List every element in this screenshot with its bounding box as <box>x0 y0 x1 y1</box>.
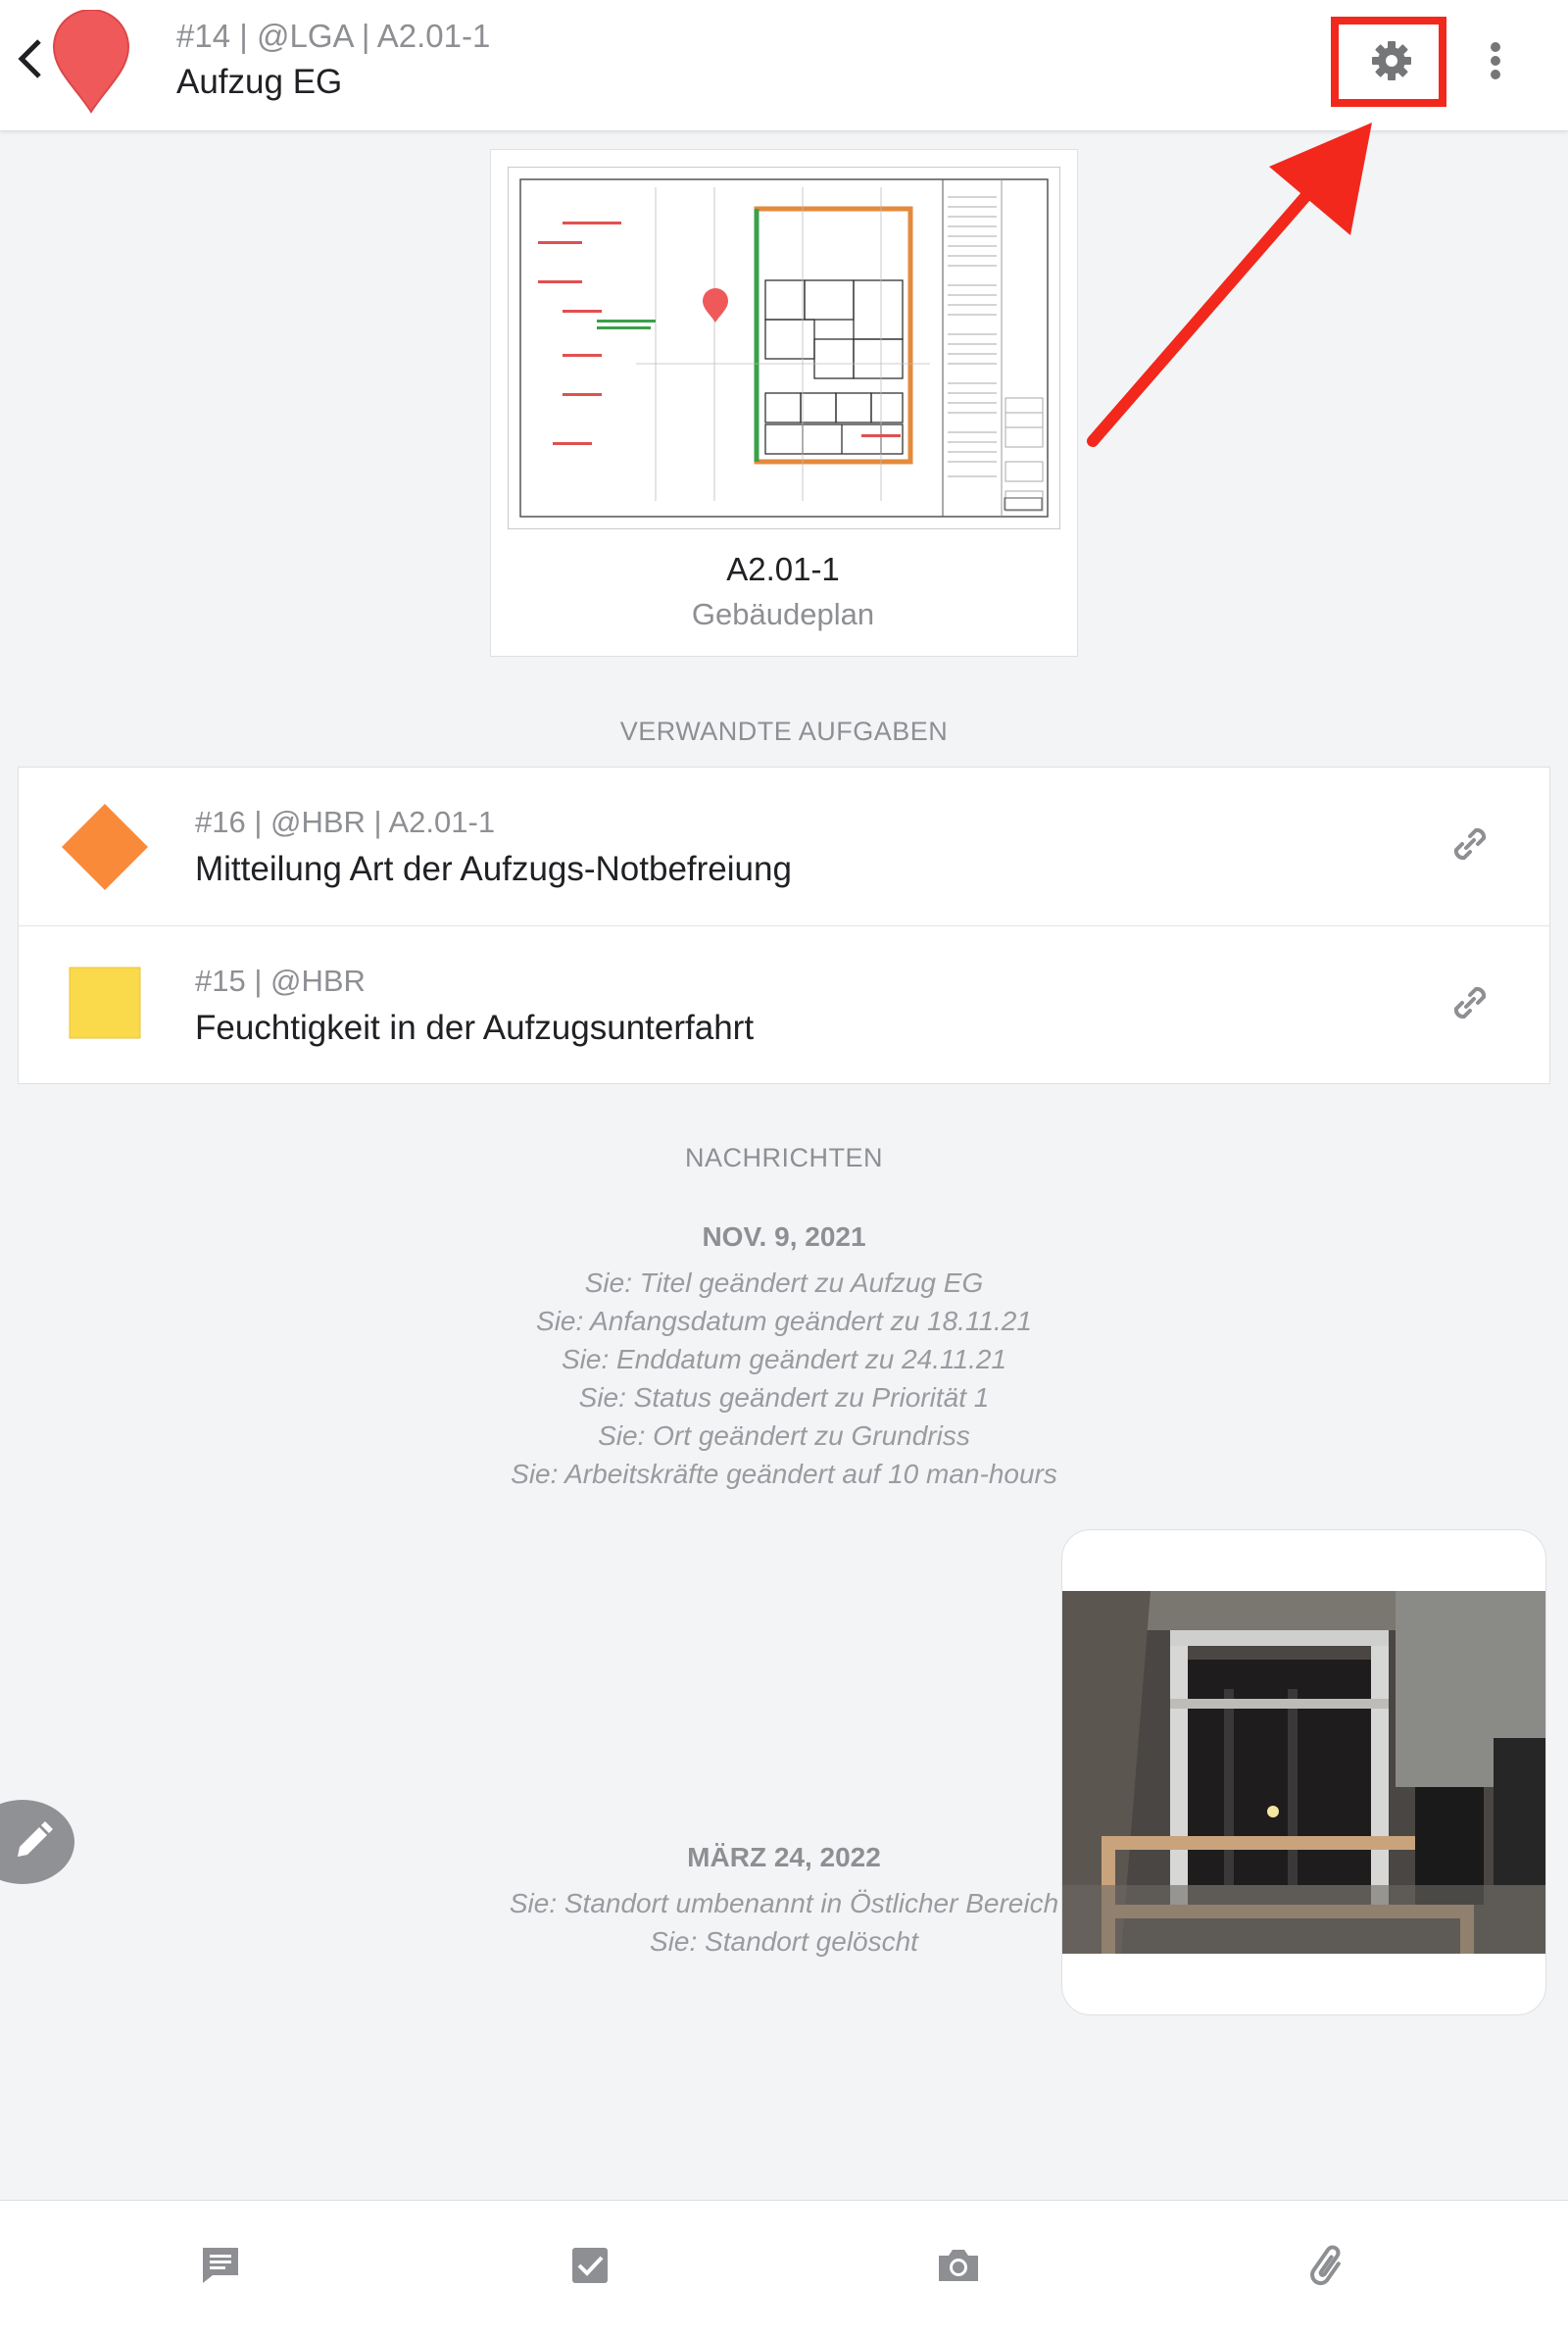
related-tasks-heading: VERWANDTE AUFGABEN <box>619 717 949 746</box>
message-line: Sie: Titel geändert zu Aufzug EG <box>584 1267 984 1298</box>
related-task-meta: #16 | @HBR | A2.01-1 <box>195 805 496 839</box>
camera-icon <box>939 2250 978 2281</box>
related-tasks-list: #16 | @HBR | A2.01-1 Mitteilung Art der … <box>18 767 1550 1084</box>
message-date: MÄRZ 24, 2022 <box>687 1842 881 1872</box>
task-title: Aufzug EG <box>176 63 343 101</box>
link-icon[interactable] <box>1445 977 1495 1028</box>
plan-type: Gebäudeplan <box>691 597 875 631</box>
related-task-row[interactable]: #15 | @HBR Feuchtigkeit in der Aufzugsun… <box>19 925 1549 1083</box>
related-task-title: Feuchtigkeit in der Aufzugsunterfahrt <box>195 1009 755 1047</box>
checkbox-icon <box>572 2248 608 2283</box>
add-attachment-button[interactable] <box>1299 2236 1358 2295</box>
floor-plan-thumbnail[interactable] <box>508 167 1060 529</box>
more-vertical-icon <box>1491 42 1500 79</box>
message-line: Sie: Status geändert zu Priorität 1 <box>578 1382 990 1413</box>
message-line: Sie: Standort umbenannt in Östlicher Ber… <box>509 1888 1059 1918</box>
related-task-meta: #15 | @HBR <box>195 964 366 998</box>
related-task-title: Mitteilung Art der Aufzugs-Notbefreiung <box>195 850 792 888</box>
link-icon[interactable] <box>1445 819 1495 870</box>
annotation-arrow-icon <box>1087 123 1372 447</box>
message-line: Sie: Standort gelöscht <box>650 1926 918 1957</box>
paperclip-icon <box>1310 2245 1341 2286</box>
chevron-left-icon <box>18 39 41 78</box>
more-options-button[interactable] <box>1475 29 1516 92</box>
back-button[interactable] <box>10 29 49 88</box>
add-comment-button[interactable] <box>191 2236 250 2295</box>
message-date: NOV. 9, 2021 <box>702 1221 866 1252</box>
bottom-toolbar <box>0 2200 1568 2336</box>
related-task-row[interactable]: #16 | @HBR | A2.01-1 Mitteilung Art der … <box>19 768 1549 924</box>
messages-heading: NACHRICHTEN <box>684 1143 883 1172</box>
message-line: Sie: Ort geändert zu Grundriss <box>598 1420 970 1451</box>
task-meta: #14 | @LGA | A2.01-1 <box>176 18 491 54</box>
message-line: Sie: Anfangsdatum geändert zu 18.11.21 <box>536 1306 1032 1336</box>
pencil-icon <box>18 1821 53 1857</box>
message-line: Sie: Enddatum geändert zu 24.11.21 <box>561 1344 1007 1374</box>
task-pin-icon <box>51 9 131 114</box>
priority-diamond-icon <box>62 804 148 890</box>
highlight-box <box>1331 17 1446 107</box>
message-line: Sie: Arbeitskräfte geändert auf 10 man-h… <box>511 1459 1057 1489</box>
add-checklist-button[interactable] <box>561 2236 619 2295</box>
add-photo-button[interactable] <box>929 2236 988 2295</box>
comment-icon <box>203 2248 238 2283</box>
plan-code: A2.01-1 <box>726 551 840 587</box>
priority-square-icon <box>69 967 141 1039</box>
